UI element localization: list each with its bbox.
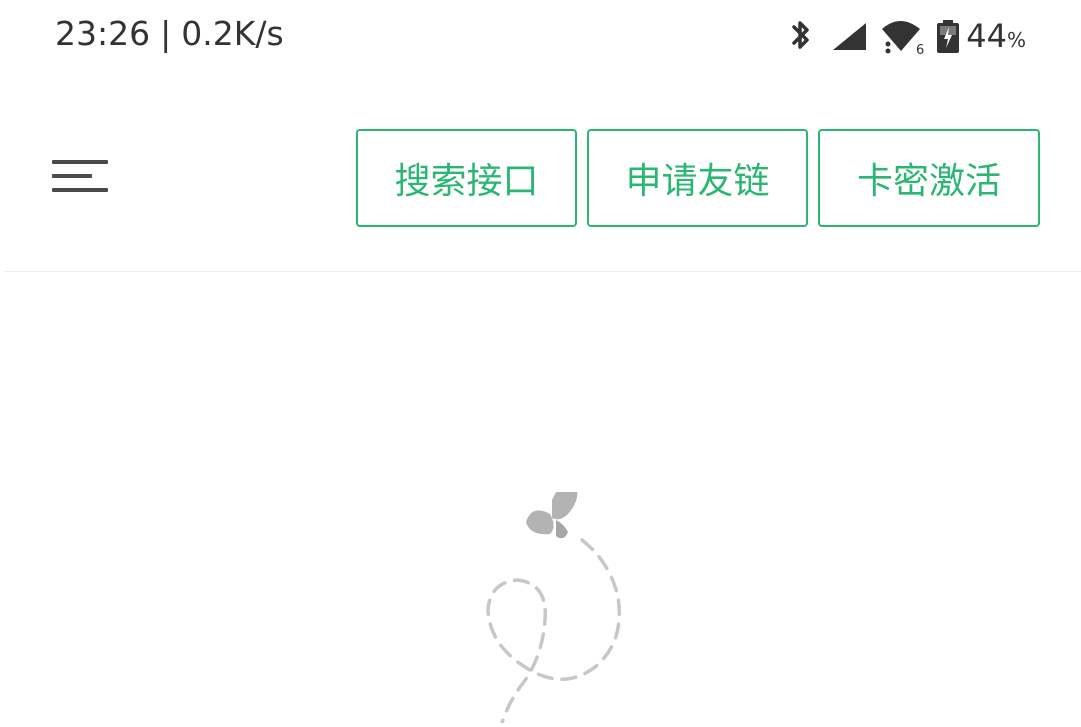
status-separator: |	[160, 14, 172, 53]
battery-level-value: 44	[966, 17, 1007, 55]
status-time: 23:26	[55, 14, 151, 53]
status-bar: 23:26 | 0.2K/s 6 44%	[0, 0, 1081, 76]
status-right: 6 44%	[772, 14, 1026, 58]
menu-line	[52, 160, 108, 164]
menu-line	[52, 188, 108, 192]
menu-line	[52, 174, 92, 178]
activate-card-key-button[interactable]: 卡密激活	[818, 129, 1040, 227]
cell-signal-icon	[830, 17, 870, 55]
battery-charging-icon	[936, 17, 960, 55]
main-content	[0, 272, 1081, 725]
network-speed: 0.2K/s	[181, 14, 284, 53]
battery-unit: %	[1006, 28, 1026, 52]
status-left: 23:26 | 0.2K/s	[55, 14, 284, 53]
wifi-sub-label: 6	[916, 43, 924, 57]
bluetooth-icon	[782, 17, 820, 55]
apply-friend-link-button[interactable]: 申请友链	[587, 129, 808, 227]
butterfly-icon	[526, 482, 578, 539]
search-api-button[interactable]: 搜索接口	[356, 129, 577, 227]
app-header: 搜索接口 申请友链 卡密激活	[0, 76, 1081, 272]
butterfly-dashed-path-illustration	[460, 482, 640, 725]
hamburger-menu-icon[interactable]	[52, 156, 110, 200]
battery-level: 44%	[966, 17, 1026, 55]
wifi-icon: 6	[880, 17, 926, 57]
